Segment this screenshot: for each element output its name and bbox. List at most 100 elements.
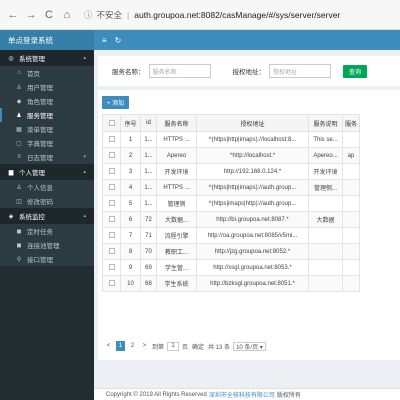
- table-cell: 开发环境: [156, 163, 197, 180]
- sidebar-item-users[interactable]: ♙ 用户管理: [0, 80, 94, 94]
- row-select-cell[interactable]: [102, 131, 121, 148]
- row-checkbox[interactable]: [108, 168, 115, 175]
- table-row[interactable]: 9 69 学生管... http://xsgl.groupoa.net:8053.*: [102, 259, 361, 276]
- menu-toggle-icon[interactable]: ≡: [102, 36, 107, 45]
- table-row[interactable]: 8 70 教职工... http://jzg.groupoa.net:8052.*: [102, 243, 361, 260]
- table-row[interactable]: 6 72 大数据... http://bi.groupoa.net:8087.* 大数据: [102, 211, 361, 228]
- row-checkbox[interactable]: [108, 184, 115, 191]
- row-checkbox[interactable]: [108, 232, 115, 239]
- main-content: 服务名称： 服务名称 授权地址： 授权地址 查询 + 添加 序号 id 服务名称…: [94, 50, 400, 400]
- table-row[interactable]: 2 1... Apereo ^http://localhost.* Apereo... a…: [102, 147, 361, 164]
- column-header[interactable]: id: [140, 114, 157, 132]
- service-name-input[interactable]: 服务名称: [148, 64, 211, 78]
- sidebar-item-api[interactable]: ⚲ 接口管理: [0, 252, 94, 266]
- table-cell: [308, 227, 343, 244]
- page-size-select[interactable]: 10 条/页 ▾: [233, 341, 266, 351]
- address-bar[interactable]: ⓘ 不安全 | auth.groupoa.net:8082/casManage/…: [78, 6, 394, 24]
- caret-icon: ▴: [83, 55, 86, 61]
- goto-page-input[interactable]: 1: [167, 341, 180, 351]
- row-checkbox[interactable]: [108, 136, 115, 143]
- lock-icon: ◫: [16, 198, 22, 205]
- refresh-icon[interactable]: ↻: [115, 36, 122, 45]
- sidebar-item-logs[interactable]: ≡ 日志管理 ▾: [0, 150, 94, 164]
- row-select-cell[interactable]: [102, 275, 121, 292]
- next-page-button[interactable]: >: [140, 341, 149, 351]
- row-select-cell[interactable]: [102, 211, 121, 228]
- reload-icon[interactable]: C: [42, 8, 56, 22]
- info-icon[interactable]: ⓘ: [84, 9, 93, 21]
- company-link[interactable]: 深圳市全核科技有限公司: [209, 390, 275, 399]
- table-cell: 72: [140, 211, 157, 228]
- row-select-cell[interactable]: [102, 227, 121, 244]
- table-cell: Apereo: [156, 147, 197, 164]
- table-cell: [308, 243, 343, 260]
- column-header[interactable]: 服务说明: [308, 114, 343, 132]
- row-select-cell[interactable]: [102, 259, 121, 276]
- column-header[interactable]: 授权地址: [196, 114, 309, 132]
- log-icon: ≡: [17, 154, 21, 160]
- table-cell: HTTPS ...: [156, 179, 197, 196]
- app-logo[interactable]: 单点登录系统: [0, 30, 94, 50]
- sidebar-item-label: 用户管理: [27, 85, 53, 92]
- row-select-cell[interactable]: [102, 195, 121, 212]
- column-header[interactable]: 序号: [120, 114, 141, 132]
- row-checkbox[interactable]: [108, 152, 115, 159]
- dictionary-icon: ▢: [16, 140, 22, 147]
- row-select-cell[interactable]: [102, 147, 121, 164]
- confirm-button[interactable]: 确定: [192, 342, 204, 351]
- select-all-checkbox[interactable]: [108, 119, 115, 126]
- sidebar-item-scheduled-tasks[interactable]: ◼ 定时任务: [0, 224, 94, 238]
- home-icon[interactable]: ⌂: [60, 8, 74, 22]
- table-cell: 7: [120, 227, 141, 244]
- row-checkbox[interactable]: [108, 280, 115, 287]
- sidebar-group-system[interactable]: ◎ 系统管理 ▴: [0, 50, 94, 66]
- sidebar-item-roles[interactable]: ◆ 角色管理: [0, 94, 94, 108]
- table-cell: [341, 179, 361, 196]
- row-checkbox[interactable]: [108, 248, 115, 255]
- sidebar-item-home[interactable]: ⌂ 首页: [0, 66, 94, 80]
- sidebar-item-password[interactable]: ◫ 修改密码: [0, 194, 94, 208]
- sidebar-item-connection-pool[interactable]: ◼ 连接池管理: [0, 238, 94, 252]
- table-row[interactable]: 10 68 学生系统 http://bzksgl.groupoa.net:8051.*: [102, 275, 361, 292]
- back-icon[interactable]: ←: [6, 8, 20, 22]
- row-checkbox[interactable]: [108, 264, 115, 271]
- row-select-cell[interactable]: [102, 243, 121, 260]
- row-select-cell[interactable]: [102, 163, 121, 180]
- column-header[interactable]: 服务名称: [156, 114, 197, 132]
- table-row[interactable]: 4 1... HTTPS ... ^(https|http|imaps)://auth…: [102, 179, 361, 196]
- sidebar-group-monitor[interactable]: ◈ 系统监控 ▴: [0, 208, 94, 224]
- table-cell: [308, 195, 343, 212]
- auth-address-input[interactable]: 授权地址: [269, 64, 331, 78]
- table-cell: 6: [120, 211, 141, 228]
- table-row[interactable]: 5 1... 管理侧 ^(https|imaps|http)://auth.group…: [102, 195, 361, 212]
- prev-page-button[interactable]: <: [104, 341, 113, 351]
- query-button[interactable]: 查询: [343, 64, 368, 78]
- row-checkbox[interactable]: [108, 216, 115, 223]
- page-1-button[interactable]: 1: [116, 341, 125, 351]
- sidebar-item-label: 服务管理: [27, 113, 53, 120]
- forward-icon[interactable]: →: [24, 8, 38, 22]
- app-header: 单点登录系统 ≡ ↻: [0, 30, 400, 50]
- select-all-cell[interactable]: [102, 114, 121, 132]
- sidebar-item-profile[interactable]: ♙ 个人信息: [0, 180, 94, 194]
- column-header[interactable]: 服务: [341, 114, 361, 132]
- sidebar-item-menus[interactable]: ▦ 菜单管理: [0, 122, 94, 136]
- add-button[interactable]: + 添加: [102, 96, 130, 109]
- table-cell: 71: [140, 227, 157, 244]
- row-select-cell[interactable]: [102, 179, 121, 196]
- table-cell: 1...: [140, 163, 157, 180]
- sidebar-item-dictionary[interactable]: ▢ 字典管理: [0, 136, 94, 150]
- table-cell: [341, 211, 361, 228]
- service-table: 序号 id 服务名称 授权地址 服务说明 服务 1 1... HTTPS ... ^(…: [102, 114, 361, 292]
- table-row[interactable]: 3 1... 开发环境 http://192.168.0.124.* 开发环境: [102, 163, 361, 180]
- page-2-button[interactable]: 2: [128, 341, 137, 351]
- table-row[interactable]: 7 71 流程引擎 http://oa.groupoa.net:8085/v5mi..…: [102, 227, 361, 244]
- table-cell: 10: [120, 275, 141, 292]
- sidebar-item-services[interactable]: ♟ 服务管理: [0, 108, 94, 122]
- caret-icon: ▴: [83, 213, 86, 219]
- sidebar-group-personal[interactable]: ▆ 个人管理 ▴: [0, 164, 94, 180]
- row-checkbox[interactable]: [108, 200, 115, 207]
- table-row[interactable]: 1 1... HTTPS ... ^(https|http|imaps)://loca…: [102, 131, 361, 148]
- table-cell: [341, 163, 361, 180]
- url-text[interactable]: auth.groupoa.net:8082/casManage/#/sys/se…: [134, 10, 340, 20]
